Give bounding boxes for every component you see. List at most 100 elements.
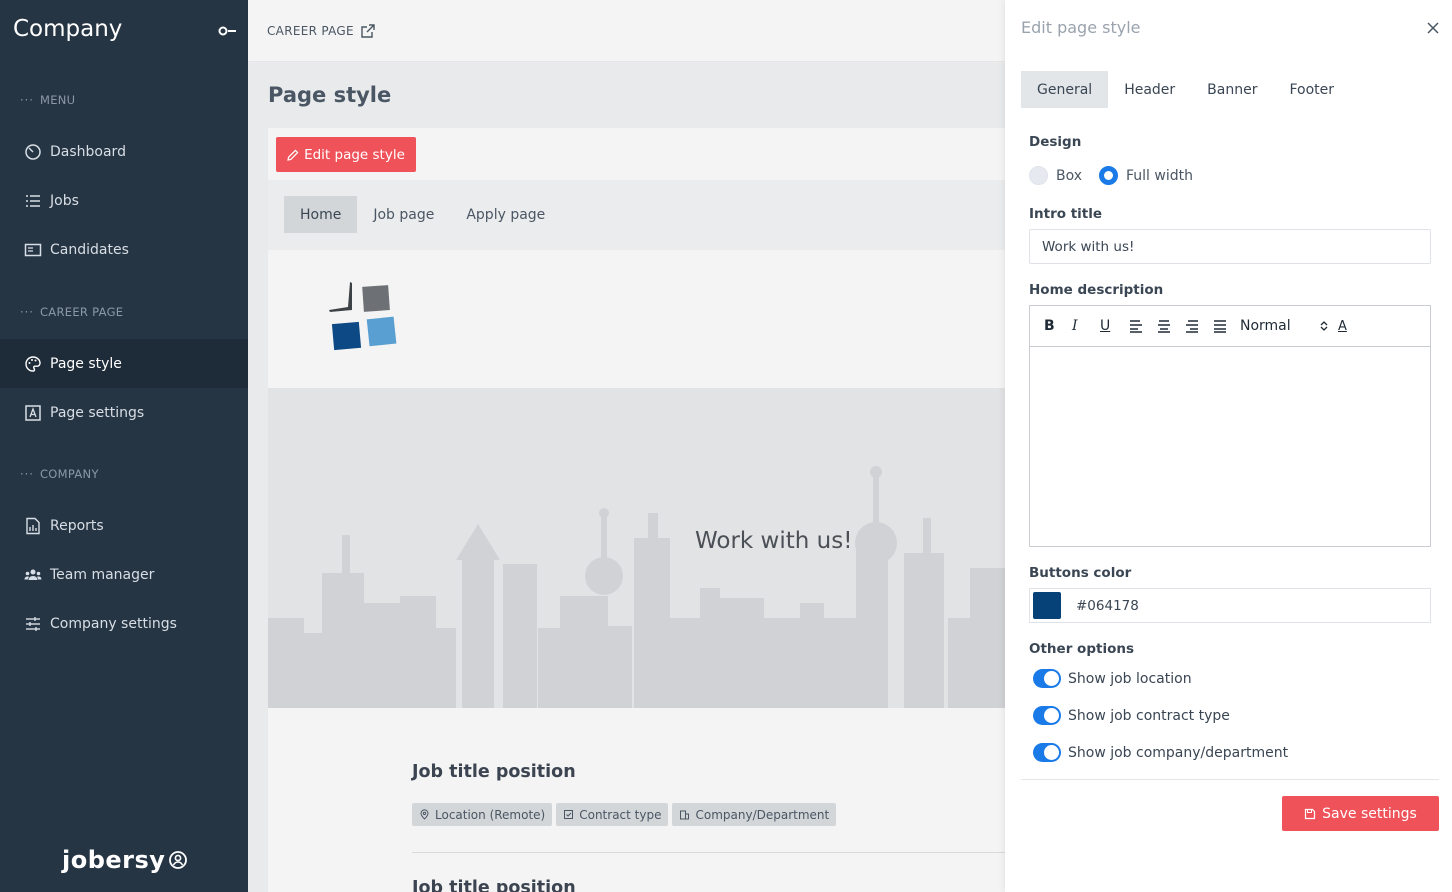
- align-left-button[interactable]: [1128, 316, 1156, 336]
- banner-title: Work with us!: [695, 528, 853, 554]
- color-swatch[interactable]: [1033, 592, 1061, 619]
- buttons-color-label: Buttons color: [1029, 565, 1132, 581]
- sidebar-item-label: Reports: [50, 517, 104, 534]
- tab-apply-page[interactable]: Apply page: [450, 196, 561, 233]
- job-tag-contract: Contract type: [556, 803, 669, 826]
- justify-icon: [1214, 320, 1226, 333]
- tab-job-page[interactable]: Job page: [357, 196, 450, 233]
- external-link-icon: [361, 24, 375, 38]
- sidebar: Company ··· MENU Dashboard Jobs Candidate…: [0, 0, 248, 892]
- career-page-preview: Home Job page Apply page Work with us! J…: [268, 180, 1005, 892]
- building-icon: [680, 810, 690, 820]
- sidebar-item-label: Page settings: [50, 404, 145, 421]
- job-tags: Location (Remote) Contract type Company/…: [412, 803, 837, 826]
- sidebar-item-page-settings[interactable]: Page settings: [0, 388, 248, 437]
- panel-divider: [1021, 779, 1439, 780]
- toggle-switch[interactable]: [1033, 706, 1061, 725]
- job-tag-company: Company/Department: [672, 803, 837, 826]
- toggle-switch[interactable]: [1033, 743, 1061, 762]
- tab-home[interactable]: Home: [284, 196, 358, 233]
- tab-footer[interactable]: Footer: [1273, 71, 1350, 108]
- close-icon[interactable]: [1426, 21, 1440, 35]
- id-card-icon: [24, 243, 42, 256]
- sidebar-item-dashboard[interactable]: Dashboard: [0, 127, 248, 176]
- company-logo: [329, 282, 397, 351]
- gauge-icon: [25, 143, 41, 160]
- underline-button[interactable]: U: [1100, 316, 1128, 336]
- save-settings-button[interactable]: Save settings: [1282, 796, 1439, 831]
- bold-button[interactable]: B: [1044, 316, 1072, 336]
- edit-page-style-panel: Edit page style General Header Banner Fo…: [1005, 0, 1452, 892]
- radio-circle-on: [1099, 166, 1118, 185]
- main-content: Page style Edit page style Home Job page…: [248, 63, 1005, 892]
- preview-tabs: Home Job page Apply page: [284, 196, 561, 233]
- tab-banner[interactable]: Banner: [1191, 71, 1273, 108]
- job-title[interactable]: Job title position: [412, 762, 576, 782]
- buttons-color-input[interactable]: #064178: [1029, 588, 1431, 623]
- justify-button[interactable]: [1212, 316, 1240, 336]
- sidebar-item-label: Jobs: [50, 192, 79, 209]
- toggle-show-company-department[interactable]: Show job company/department: [1033, 743, 1288, 762]
- italic-button[interactable]: I: [1072, 316, 1100, 336]
- section-label-career: ··· CAREER PAGE: [20, 305, 124, 319]
- list-icon: [26, 194, 40, 207]
- panel-title: Edit page style: [1021, 18, 1141, 37]
- toggle-show-job-location[interactable]: Show job location: [1033, 669, 1192, 688]
- tab-general[interactable]: General: [1021, 71, 1109, 108]
- location-pin-icon: [420, 809, 429, 820]
- preview-header: [268, 250, 1005, 388]
- text-size-select[interactable]: Normal: [1240, 316, 1338, 336]
- skyline-illustration: [268, 466, 1005, 708]
- sliders-icon: [26, 616, 40, 631]
- top-bar: CAREER PAGE: [248, 0, 1005, 62]
- intro-title-label: Intro title: [1029, 206, 1103, 222]
- panel-tabs: General Header Banner Footer: [1021, 71, 1350, 108]
- sidebar-item-jobs[interactable]: Jobs: [0, 176, 248, 225]
- page-title: Page style: [268, 83, 392, 107]
- sidebar-item-label: Page style: [50, 355, 122, 372]
- section-label-menu: ··· MENU: [20, 93, 76, 107]
- sidebar-item-reports[interactable]: Reports: [0, 501, 248, 550]
- job-title[interactable]: Job title position: [412, 878, 576, 892]
- page-settings-icon: [25, 404, 41, 421]
- jobersy-logo: jobersy: [62, 846, 188, 874]
- contract-icon: [564, 810, 574, 819]
- sidebar-item-label: Team manager: [50, 566, 155, 583]
- align-left-icon: [1130, 320, 1142, 333]
- section-label-company: ··· COMPANY: [20, 467, 99, 481]
- palette-icon: [25, 355, 41, 372]
- edit-page-style-button[interactable]: Edit page style: [276, 137, 416, 172]
- tab-header[interactable]: Header: [1108, 71, 1191, 108]
- job-divider: [412, 852, 1005, 853]
- editor-toolbar: B I U Normal A: [1030, 306, 1430, 347]
- page-style-card: Edit page style Home Job page Apply page: [268, 128, 1005, 892]
- brand-name: Company: [13, 16, 123, 42]
- align-center-button[interactable]: [1156, 316, 1184, 336]
- preview-banner: Work with us!: [268, 388, 1005, 708]
- sidebar-item-label: Dashboard: [50, 143, 126, 160]
- text-color-button[interactable]: A: [1338, 316, 1366, 336]
- user-circle-icon: [169, 851, 188, 869]
- toggle-switch[interactable]: [1033, 669, 1061, 688]
- sidebar-item-label: Candidates: [50, 241, 129, 258]
- radio-full-width[interactable]: Full width: [1099, 166, 1193, 185]
- pencil-icon: [287, 149, 299, 161]
- job-list: Job title position Location (Remote) Con…: [268, 708, 1005, 892]
- radio-box[interactable]: Box: [1029, 166, 1082, 185]
- sidebar-item-page-style[interactable]: Page style: [0, 339, 248, 388]
- career-page-link[interactable]: CAREER PAGE: [267, 23, 376, 39]
- toggle-show-contract-type[interactable]: Show job contract type: [1033, 706, 1230, 725]
- home-description-label: Home description: [1029, 282, 1164, 298]
- align-center-icon: [1158, 320, 1170, 333]
- intro-title-input[interactable]: Work with us!: [1029, 229, 1431, 264]
- sidebar-item-team-manager[interactable]: Team manager: [0, 550, 248, 599]
- home-description-editor[interactable]: B I U Normal A: [1029, 305, 1431, 547]
- align-right-icon: [1186, 320, 1198, 333]
- align-right-button[interactable]: [1184, 316, 1212, 336]
- sidebar-item-company-settings[interactable]: Company settings: [0, 599, 248, 648]
- other-options-label: Other options: [1029, 641, 1134, 657]
- sidebar-item-candidates[interactable]: Candidates: [0, 225, 248, 274]
- sidebar-toggle-icon[interactable]: [218, 24, 238, 38]
- report-icon: [26, 517, 40, 534]
- design-label: Design: [1029, 134, 1082, 150]
